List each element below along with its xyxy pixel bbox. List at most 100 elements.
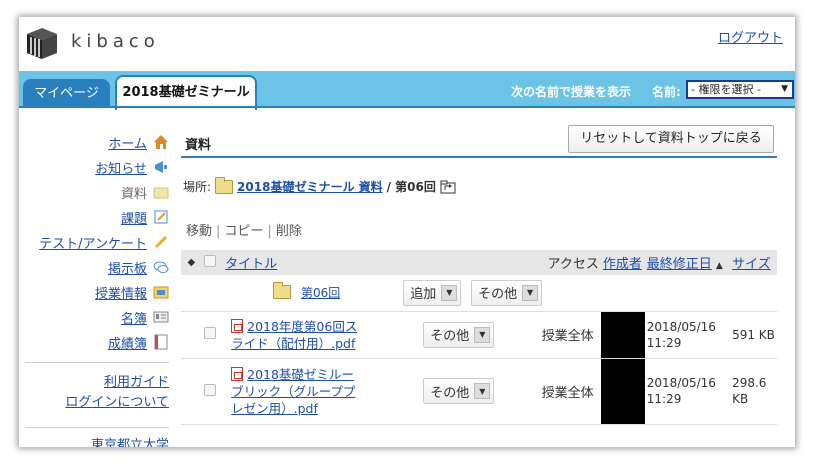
other-select-label: その他 xyxy=(478,287,518,303)
reset-to-top-button[interactable]: リセットして資料トップに戻る xyxy=(568,125,774,153)
sort-toggle-icon[interactable]: ◆ xyxy=(181,250,202,275)
modified-date: 2018/05/16 xyxy=(646,319,716,334)
pdf-icon xyxy=(231,366,244,381)
copy-action[interactable]: コピー xyxy=(224,224,263,239)
announcement-icon xyxy=(153,159,169,175)
other-select-label: その他 xyxy=(430,385,470,401)
sidebar-item-label: 名簿 xyxy=(120,311,147,327)
folder-up-icon[interactable] xyxy=(440,180,456,194)
delete-action[interactable]: 削除 xyxy=(276,224,302,239)
sidebar-item-resources[interactable]: 資料 xyxy=(121,182,169,202)
name-label: 名前: xyxy=(652,85,681,99)
move-action[interactable]: 移動 xyxy=(186,224,212,239)
sidebar-item-label: 掲示板 xyxy=(107,261,147,277)
access-cell: 授業全体 xyxy=(539,311,601,359)
file-size: 591 KB xyxy=(730,311,777,359)
select-all-checkbox[interactable] xyxy=(203,254,216,267)
pencil-icon xyxy=(153,234,169,250)
breadcrumb-resources-link[interactable]: 2018基礎ゼミナール 資料 xyxy=(237,178,383,195)
dropdown-arrow-icon: ▼ xyxy=(474,326,491,343)
sidebar-item-tests[interactable]: テスト/アンケート xyxy=(39,232,169,252)
role-select[interactable]: - 権限を選択 - ▼ xyxy=(686,80,794,99)
file-title-line: 2018年度第06回ス xyxy=(247,318,358,334)
file-title-line: 2018基礎ゼミルー xyxy=(247,366,354,382)
assignment-icon xyxy=(153,209,169,225)
sidebar-item-syllabus[interactable]: 授業情報 xyxy=(95,282,169,302)
sidebar-item-assignments[interactable]: 課題 xyxy=(121,207,169,227)
modified-column-header[interactable]: 最終修正日 xyxy=(647,257,712,272)
table-header: ◆ タイトル アクセス 作成者 最終修正日 ▲ サイズ xyxy=(181,250,777,275)
file-other-select[interactable]: その他 ▼ xyxy=(423,321,495,348)
folder-other-select[interactable]: その他 ▼ xyxy=(471,279,543,306)
file-link[interactable]: 2018年度第06回ス ライド（配付用）.pdf xyxy=(231,319,357,351)
sidebar-item-announcements[interactable]: お知らせ xyxy=(95,157,169,177)
kibaco-logo-icon xyxy=(27,28,57,59)
sidebar-divider xyxy=(25,362,169,363)
folder-row: 第06回 追加 ▼ その他 ▼ xyxy=(181,275,777,312)
file-size: 298.6 xyxy=(732,376,767,390)
access-cell: 授業全体 xyxy=(539,358,601,425)
gradebook-icon xyxy=(153,334,169,350)
bulk-actions: 移動 | コピー | 削除 xyxy=(186,220,302,239)
breadcrumb-current: / 第06回 xyxy=(386,180,436,194)
action-separator: | xyxy=(216,224,221,239)
sidebar-item-gradebook[interactable]: 成績簿 xyxy=(108,332,169,352)
header-size-cell: サイズ xyxy=(730,250,777,275)
login-info-link[interactable]: ログインについて xyxy=(65,391,169,410)
table-row: 2018基礎ゼミルー ブリック（グループプ レゼン用）.pdf その他 ▼ 授業全体 … xyxy=(181,358,777,425)
role-select-value: - 権限を選択 - xyxy=(691,83,761,96)
chat-icon xyxy=(153,259,169,275)
folder-link[interactable]: 第06回 xyxy=(301,286,340,300)
file-title-line: ブリック（グループプ xyxy=(231,383,356,399)
file-size-unit: KB xyxy=(732,392,749,406)
logout-link[interactable]: ログアウト xyxy=(718,27,783,46)
sidebar-item-label: 成績簿 xyxy=(107,336,147,352)
access-column-header: アクセス xyxy=(539,250,601,275)
title-column-header[interactable]: タイトル xyxy=(225,257,277,272)
folder-icon xyxy=(153,184,169,200)
user-guide-link[interactable]: 利用ガイド xyxy=(104,371,169,390)
dropdown-arrow-icon: ▼ xyxy=(781,84,788,94)
size-column-header[interactable]: サイズ xyxy=(732,257,771,272)
file-title-line: ライド（配付用）.pdf xyxy=(231,335,356,351)
sidebar-item-forums[interactable]: 掲示板 xyxy=(108,257,169,277)
dropdown-arrow-icon: ▼ xyxy=(474,383,491,399)
header-modified-cell: 最終修正日 ▲ xyxy=(644,250,731,275)
sidebar-item-label: ホーム xyxy=(108,136,147,152)
other-select-label: その他 xyxy=(430,329,470,344)
add-select[interactable]: 追加 ▼ xyxy=(403,279,462,306)
file-other-select[interactable]: その他 ▼ xyxy=(423,378,495,404)
sort-asc-icon: ▲ xyxy=(715,261,723,271)
page-title: 資料 xyxy=(185,138,212,153)
pdf-icon xyxy=(231,318,244,333)
sidebar-item-label: 資料 xyxy=(120,186,147,202)
sidebar-item-label: テスト/アンケート xyxy=(39,236,147,252)
location-label: 場所: xyxy=(183,180,212,194)
tab-mypage[interactable]: マイページ xyxy=(23,79,110,108)
row-checkbox[interactable] xyxy=(203,327,216,339)
author-redacted xyxy=(600,311,645,359)
folder-icon xyxy=(273,282,292,300)
sidebar-item-label: お知らせ xyxy=(95,161,147,177)
author-column-header[interactable]: 作成者 xyxy=(603,257,642,272)
tab-course[interactable]: 2018基礎ゼミナール xyxy=(115,75,257,110)
sidebar-item-home[interactable]: ホーム xyxy=(108,132,169,152)
university-link[interactable]: 東京都立大学 xyxy=(91,434,169,447)
resources-table: ◆ タイトル アクセス 作成者 最終修正日 ▲ サイズ 第06回 追加 ▼ その他… xyxy=(181,250,777,425)
file-link[interactable]: 2018基礎ゼミルー ブリック（グループプ レゼン用）.pdf xyxy=(231,367,355,416)
home-icon xyxy=(153,134,169,150)
dropdown-arrow-icon: ▼ xyxy=(441,284,458,301)
sidebar-item-label: 課題 xyxy=(120,211,147,227)
dropdown-arrow-icon: ▼ xyxy=(522,284,539,301)
modified-date: 2018/05/16 xyxy=(646,376,716,390)
header-title-cell: タイトル xyxy=(223,250,540,275)
select-all-cell xyxy=(201,250,224,275)
tabbar-divider xyxy=(19,106,795,108)
title-divider xyxy=(181,156,777,158)
author-redacted xyxy=(600,358,645,425)
sidebar-item-roster[interactable]: 名簿 xyxy=(121,307,169,327)
table-row: 2018年度第06回ス ライド（配付用）.pdf その他 ▼ 授業全体 2018/0… xyxy=(181,311,777,359)
add-select-label: 追加 xyxy=(410,287,437,303)
syllabus-icon xyxy=(153,284,169,300)
row-checkbox[interactable] xyxy=(203,383,216,396)
